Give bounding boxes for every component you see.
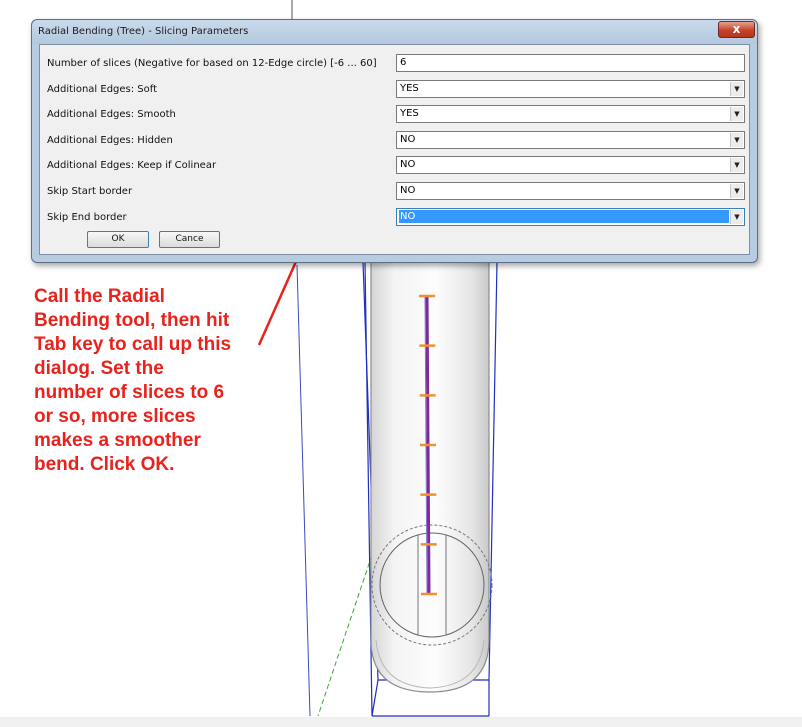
edges-hidden-value: NO	[400, 134, 416, 145]
dialog-titlebar[interactable]: Radial Bending (Tree) - Slicing Paramete…	[32, 20, 757, 44]
slicing-parameters-dialog: Radial Bending (Tree) - Slicing Paramete…	[31, 19, 758, 263]
edges-soft-dropdown[interactable]: YES ▼	[396, 80, 745, 98]
dropdown-arrow-icon[interactable]: ▼	[730, 107, 743, 121]
edges-soft-label: Additional Edges: Soft	[47, 84, 158, 95]
edges-hidden-label: Additional Edges: Hidden	[47, 135, 173, 146]
edges-smooth-dropdown[interactable]: YES ▼	[396, 105, 745, 123]
skip-end-border-label: Skip End border	[47, 212, 127, 223]
keep-colinear-dropdown[interactable]: NO ▼	[396, 156, 745, 174]
dropdown-arrow-icon[interactable]: ▼	[730, 133, 743, 147]
slices-count-value: 6	[400, 57, 407, 68]
close-icon: x	[732, 22, 741, 36]
close-button[interactable]: x	[718, 21, 755, 38]
skip-start-border-dropdown[interactable]: NO ▼	[396, 182, 745, 200]
dropdown-arrow-icon[interactable]: ▼	[730, 158, 743, 172]
dropdown-arrow-icon[interactable]: ▼	[730, 82, 743, 96]
dropdown-arrow-icon[interactable]: ▼	[730, 210, 743, 224]
cancel-button[interactable]: Cance	[159, 231, 220, 248]
dropdown-arrow-icon[interactable]: ▼	[730, 184, 743, 198]
dialog-body: Number of slices (Negative for based on …	[39, 44, 750, 255]
skip-end-border-dropdown[interactable]: NO ▼	[396, 208, 745, 226]
edges-hidden-dropdown[interactable]: NO ▼	[396, 131, 745, 149]
ok-button[interactable]: OK	[87, 231, 149, 248]
slices-count-label: Number of slices (Negative for based on …	[47, 58, 377, 69]
slices-count-input[interactable]: 6	[396, 54, 745, 72]
edges-smooth-label: Additional Edges: Smooth	[47, 109, 176, 120]
skip-start-border-label: Skip Start border	[47, 186, 133, 197]
dialog-title: Radial Bending (Tree) - Slicing Paramete…	[38, 26, 249, 37]
edges-smooth-value: YES	[400, 108, 419, 119]
skip-start-border-value: NO	[400, 185, 416, 196]
edges-soft-value: YES	[400, 83, 419, 94]
keep-colinear-label: Additional Edges: Keep if Colinear	[47, 160, 217, 171]
keep-colinear-value: NO	[400, 159, 416, 170]
skip-end-border-value: NO	[399, 210, 729, 223]
